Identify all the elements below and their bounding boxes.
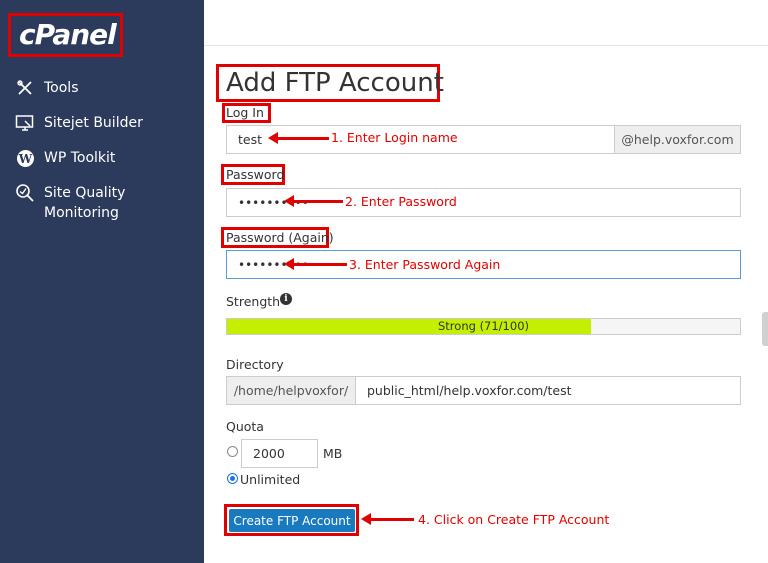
sidebar: cPanel Tools Sitejet Builder W WP Toolki… bbox=[0, 0, 204, 563]
strength-meter-text: Strong (71/100) bbox=[438, 319, 529, 333]
tools-icon bbox=[14, 78, 36, 98]
sidebar-item-label: Site Quality Monitoring bbox=[44, 185, 126, 221]
quota-limited-radio[interactable] bbox=[227, 446, 238, 457]
quota-unlimited-label[interactable]: Unlimited bbox=[240, 472, 300, 487]
scroll-handle[interactable] bbox=[762, 312, 768, 346]
annotation-step-3: 3. Enter Password Again bbox=[349, 257, 501, 272]
logo-highlight-box: cPanel bbox=[8, 13, 123, 57]
cpanel-logo[interactable]: cPanel bbox=[19, 18, 117, 51]
quota-unit: MB bbox=[323, 446, 343, 461]
annotation-arrow-2 bbox=[284, 195, 343, 207]
sidebar-item-label: WP Toolkit bbox=[44, 150, 116, 166]
login-input-value: test bbox=[238, 132, 263, 147]
quota-unlimited-radio[interactable] bbox=[227, 473, 238, 484]
annotation-arrow-3 bbox=[284, 258, 347, 270]
directory-prefix-addon: /home/helpvoxfor/ bbox=[226, 376, 356, 405]
sitejet-icon bbox=[14, 113, 36, 133]
create-ftp-account-button[interactable]: Create FTP Account bbox=[229, 509, 355, 532]
annotation-step-4: 4. Click on Create FTP Account bbox=[418, 512, 610, 527]
sidebar-item-site-quality-monitoring[interactable]: Site Quality Monitoring bbox=[14, 183, 125, 223]
sidebar-item-sitejet-builder[interactable]: Sitejet Builder bbox=[14, 113, 143, 133]
quota-input-value: 2000 bbox=[253, 446, 285, 461]
password-label: Password bbox=[226, 167, 285, 182]
quota-label: Quota bbox=[226, 419, 264, 434]
password-again-label: Password (Again) bbox=[226, 230, 334, 245]
top-bar bbox=[204, 0, 768, 46]
info-icon[interactable]: i bbox=[280, 293, 292, 305]
annotation-step-1: 1. Enter Login name bbox=[331, 130, 458, 145]
annotation-arrow-4 bbox=[361, 513, 414, 525]
page-title: Add FTP Account bbox=[226, 68, 444, 98]
directory-input-value: public_html/help.voxfor.com/test bbox=[367, 383, 572, 398]
sidebar-item-tools[interactable]: Tools bbox=[14, 78, 79, 98]
password-strength-meter: Strong (71/100) bbox=[226, 318, 741, 335]
strength-label: Strength bbox=[226, 294, 281, 309]
annotation-arrow-1 bbox=[268, 132, 329, 144]
sidebar-item-wp-toolkit[interactable]: W WP Toolkit bbox=[14, 148, 115, 168]
site-quality-icon bbox=[14, 183, 36, 203]
directory-input[interactable]: public_html/help.voxfor.com/test bbox=[355, 376, 741, 405]
sidebar-item-label: Tools bbox=[44, 80, 79, 96]
directory-label: Directory bbox=[226, 357, 284, 372]
quota-input[interactable]: 2000 bbox=[241, 439, 318, 468]
login-domain-addon: @help.voxfor.com bbox=[614, 125, 741, 154]
wordpress-icon: W bbox=[14, 148, 36, 168]
sidebar-item-label: Sitejet Builder bbox=[44, 115, 143, 131]
login-label: Log In bbox=[226, 105, 264, 120]
svg-text:W: W bbox=[17, 152, 32, 166]
annotation-step-2: 2. Enter Password bbox=[345, 194, 457, 209]
